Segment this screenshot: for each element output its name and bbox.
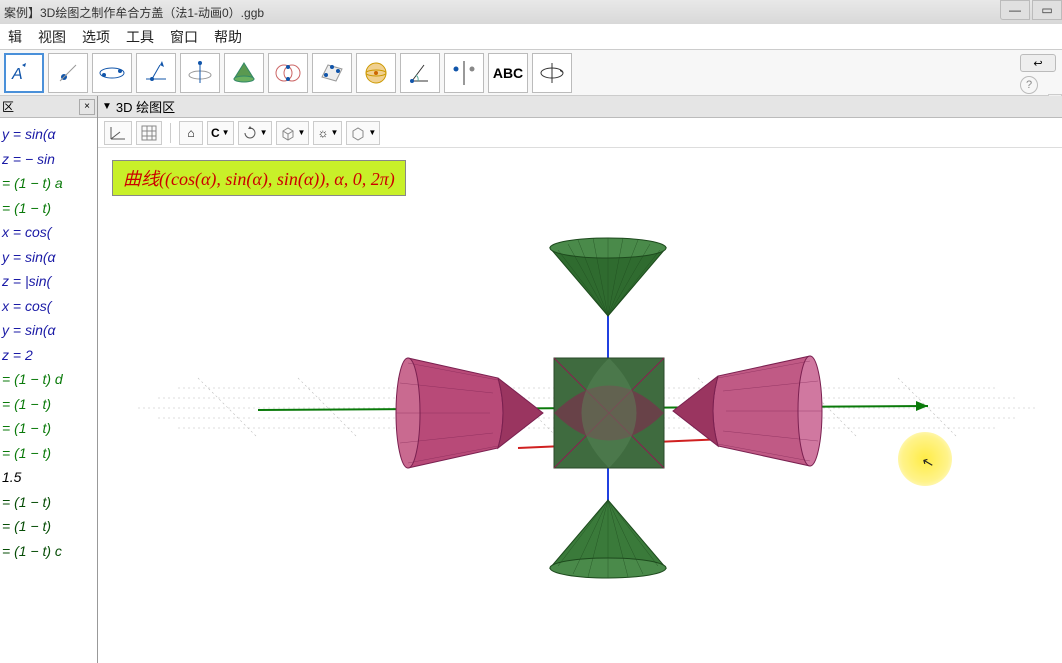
menu-help[interactable]: 帮助 [206,27,250,47]
list-item[interactable]: = (1 − t) [2,441,95,466]
angle-icon [404,57,436,89]
list-item[interactable]: = (1 − t) [2,416,95,441]
minimize-button[interactable]: — [1000,0,1030,20]
tool-pyramid[interactable] [356,53,396,93]
home-icon: ⌂ [187,126,194,140]
line-icon [96,57,128,89]
clipping-dropdown[interactable]: ▼ [276,121,310,145]
tool-polygon[interactable] [180,53,220,93]
tool-rotate-view[interactable] [532,53,572,93]
list-item[interactable]: z = |sin( [2,269,95,294]
algebra-list[interactable]: y = sin(α z = − sin = (1 − t) a = (1 − t… [0,118,97,567]
rotation-icon [242,125,258,141]
home-button[interactable]: ⌂ [179,121,203,145]
tool-circle[interactable] [224,53,264,93]
view-dropdown[interactable]: ▼ [346,121,380,145]
cube-icon [350,125,366,141]
menu-window[interactable]: 窗口 [162,27,206,47]
window-title: 案例】3D绘图之制作牟合方盖（法1-动画0）.ggb [4,4,264,21]
list-item[interactable]: x = cos( [2,294,95,319]
menu-options[interactable]: 选项 [74,27,118,47]
tool-angle[interactable] [400,53,440,93]
menu-bar: 辑 视图 选项 工具 窗口 帮助 [0,24,1062,50]
view3d-toolbar: ⌂ C▼ ▼ ▼ ☼▼ ▼ [98,118,1062,148]
list-item[interactable]: = (1 − t) [2,514,95,539]
list-item[interactable]: x = cos( [2,220,95,245]
box-icon [280,125,296,141]
graphics-3d-view: ▼ 3D 绘图区 ⌂ C▼ ▼ ▼ ☼▼ ▼ 曲线((cos(α), sin(α… [98,96,1062,663]
point-capture-dropdown[interactable]: C▼ [207,121,234,145]
view3d-header[interactable]: ▼ 3D 绘图区 [98,96,1062,118]
perpendicular-icon [140,57,172,89]
axes-icon [108,124,128,142]
rotate-icon: C [211,126,220,140]
list-item[interactable]: y = sin(α [2,122,95,147]
center-block [554,358,664,468]
list-item[interactable]: z = − sin [2,147,95,172]
algebra-close-button[interactable]: × [79,99,95,115]
point-icon [52,57,84,89]
reflect-icon [448,57,480,89]
intersect-icon [272,57,304,89]
move-icon: A [8,57,40,89]
content-area: 区 × y = sin(α z = − sin = (1 − t) a = (1… [0,96,1062,663]
algebra-header: 区 × [0,96,97,118]
projection-dropdown[interactable]: ☼▼ [313,121,342,145]
axes-toggle[interactable] [104,121,132,145]
list-item[interactable]: = (1 − t) [2,392,95,417]
sun-icon: ☼ [317,126,328,140]
menu-tools[interactable]: 工具 [118,27,162,47]
list-item[interactable]: z = 2 [2,343,95,368]
algebra-view: 区 × y = sin(α z = − sin = (1 − t) a = (1… [0,96,98,663]
text-icon: ABC [493,65,523,81]
algebra-title: 区 [2,98,14,115]
plane-icon [316,57,348,89]
main-toolbar: A ABC ↩ ? [0,50,1062,96]
list-item[interactable]: = (1 − t) [2,490,95,515]
scene-3d [98,148,1058,663]
title-bar: 案例】3D绘图之制作牟合方盖（法1-动画0）.ggb — ▭ [0,0,1062,24]
sphere-icon [360,57,392,89]
right-solid [673,356,822,466]
canvas-3d[interactable]: 曲线((cos(α), sin(α), sin(α)), α, 0, 2π) [98,148,1062,663]
list-item[interactable]: = (1 − t) d [2,367,95,392]
cone-icon [228,57,260,89]
menu-edit[interactable]: 辑 [0,27,30,47]
undo-button[interactable]: ↩ [1020,54,1056,72]
svg-text:A: A [11,66,23,83]
tool-text[interactable]: ABC [488,53,528,93]
help-icon[interactable]: ? [1020,76,1038,94]
bottom-cone [550,500,666,578]
tool-reflect[interactable] [444,53,484,93]
rotate-dropdown[interactable]: ▼ [238,121,272,145]
tool-move[interactable]: A [4,53,44,93]
tool-line[interactable] [92,53,132,93]
view3d-title: 3D 绘图区 [116,97,175,116]
window-buttons: — ▭ [998,0,1062,20]
list-item[interactable]: = (1 − t) [2,196,95,221]
menu-view[interactable]: 视图 [30,27,74,47]
tool-sphere[interactable] [312,53,352,93]
maximize-button[interactable]: ▭ [1032,0,1062,20]
tool-ellipse[interactable] [268,53,308,93]
list-item[interactable]: y = sin(α [2,245,95,270]
list-item[interactable]: 1.5 [2,465,95,490]
list-item[interactable]: y = sin(α [2,318,95,343]
grid-toggle[interactable] [136,121,162,145]
left-solid [396,358,543,468]
list-item[interactable]: = (1 − t) a [2,171,95,196]
tool-perpendicular[interactable] [136,53,176,93]
tool-point[interactable] [48,53,88,93]
rotate-view-icon [536,57,568,89]
list-item[interactable]: = (1 − t) c [2,539,95,564]
polygon-icon [184,57,216,89]
grid-icon [140,124,158,142]
separator [170,123,171,143]
collapse-icon: ▼ [102,101,112,112]
top-cone [550,238,666,316]
